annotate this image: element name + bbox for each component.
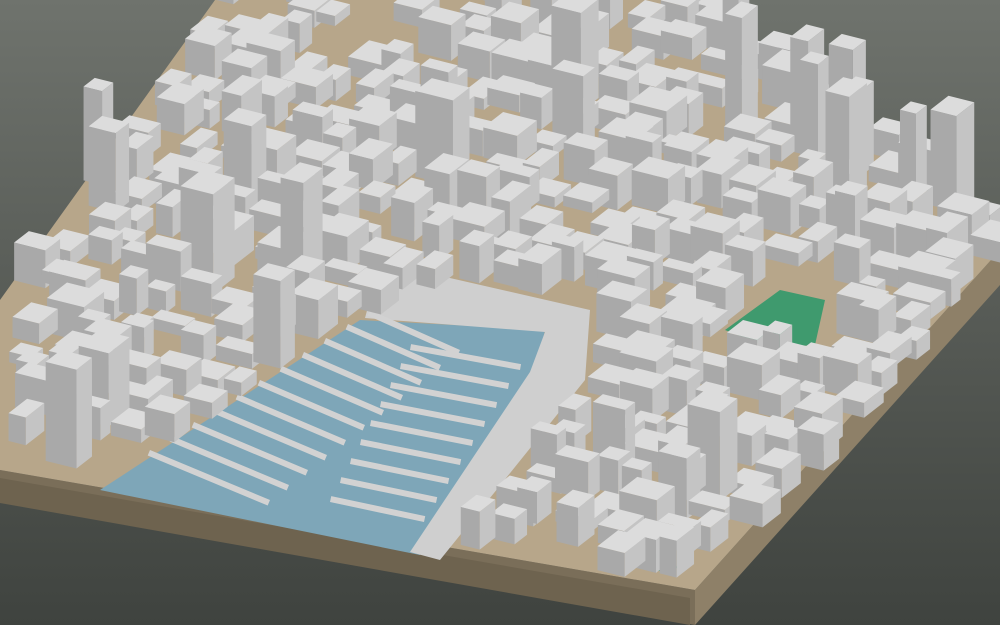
building	[556, 489, 595, 547]
building	[930, 95, 975, 212]
city-3d-scene	[0, 0, 1000, 625]
city-model-view	[0, 0, 1000, 625]
building	[88, 115, 130, 213]
building	[88, 225, 123, 265]
building	[757, 177, 807, 236]
building	[146, 279, 176, 313]
building	[459, 229, 495, 284]
building	[797, 416, 840, 471]
building	[45, 349, 92, 469]
building	[119, 265, 149, 316]
building	[800, 51, 829, 160]
building	[660, 19, 707, 60]
building	[253, 263, 295, 369]
building	[491, 503, 528, 545]
building	[144, 394, 191, 443]
building	[900, 101, 927, 194]
building	[460, 494, 496, 550]
